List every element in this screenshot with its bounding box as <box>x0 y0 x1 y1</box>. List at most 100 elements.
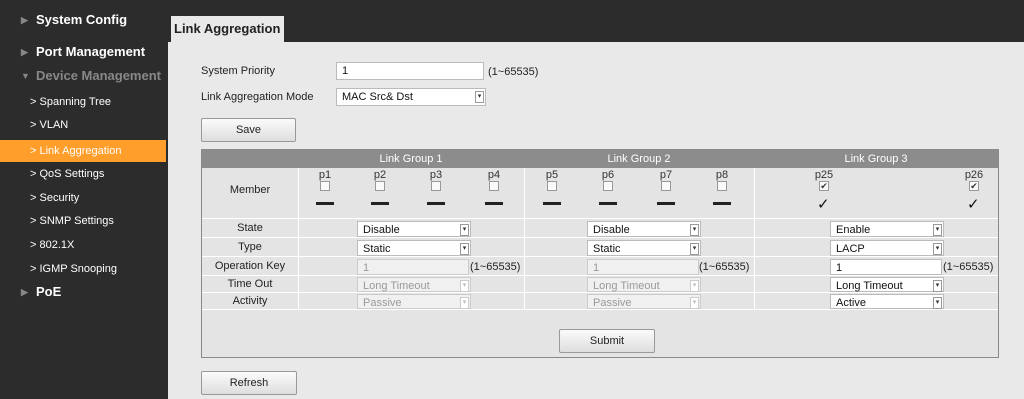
select-arrow-icon: ▾ <box>933 297 942 309</box>
sidebar-item-label: System Config <box>36 12 128 27</box>
port-checkbox-p1[interactable] <box>320 181 330 191</box>
chevron-right-icon: > <box>30 239 37 251</box>
sidebar-item-link-aggregation[interactable]: > Link Aggregation <box>0 140 166 162</box>
port-checkbox-p5[interactable] <box>547 181 557 191</box>
save-button[interactable]: Save <box>201 118 296 142</box>
system-priority-label: System Priority <box>201 65 275 77</box>
triangle-right-icon: ▶ <box>21 15 28 25</box>
port-checkbox-p2[interactable] <box>375 181 385 191</box>
group-2-activity-select[interactable]: Passive ▾ <box>587 294 701 309</box>
row-label-member: Member <box>229 184 271 196</box>
port-status-dash <box>713 202 731 205</box>
port-checkbox-p8[interactable] <box>717 181 727 191</box>
mode-select-value: MAC Src& Dst <box>342 91 413 103</box>
sidebar-item-label: VLAN <box>39 119 69 131</box>
port-label-p25: p25 <box>814 169 834 181</box>
group-3-state-select[interactable]: Enable ▾ <box>830 221 944 237</box>
port-checkbox-p6[interactable] <box>603 181 613 191</box>
group-2-operation-key-input[interactable]: 1 <box>587 259 699 275</box>
select-value: Disable <box>363 224 400 236</box>
port-label-p4: p4 <box>487 169 501 181</box>
select-arrow-icon: ▾ <box>460 297 469 309</box>
group-3-timeout-select[interactable]: Long Timeout ▾ <box>830 277 944 292</box>
group-3-type-select[interactable]: LACP ▾ <box>830 240 944 256</box>
select-arrow-icon: ▾ <box>690 280 699 292</box>
triangle-right-icon: ▶ <box>21 287 28 297</box>
sidebar-item-802-1x[interactable]: > 802.1X <box>0 234 168 256</box>
group-3-header: Link Group 3 <box>844 153 908 165</box>
select-value: Enable <box>836 224 871 236</box>
system-priority-range: (1~65535) <box>488 66 539 78</box>
port-status-dash <box>657 202 675 205</box>
port-label-p5: p5 <box>545 169 559 181</box>
port-label-p1: p1 <box>318 169 332 181</box>
group-1-state-select[interactable]: Disable ▾ <box>357 221 471 237</box>
sidebar-item-label: Link Aggregation <box>39 145 122 157</box>
select-value: Disable <box>593 224 630 236</box>
group-3-operation-key-range: (1~65535) <box>943 261 994 273</box>
sidebar-item-label: Device Management <box>36 68 161 83</box>
sidebar-item-label: IGMP Snooping <box>39 263 117 275</box>
select-arrow-icon: ▾ <box>475 91 484 103</box>
sidebar-item-label: QoS Settings <box>39 168 105 180</box>
grid-line <box>524 168 525 309</box>
group-3-activity-select[interactable]: Active ▾ <box>830 294 944 309</box>
system-priority-input[interactable]: 1 <box>336 62 484 80</box>
group-2-operation-key-range: (1~65535) <box>699 261 750 273</box>
submit-button[interactable]: Submit <box>559 329 655 353</box>
row-label-activity: Activity <box>232 295 268 307</box>
group-3-operation-key-input[interactable]: 1 <box>830 259 942 275</box>
group-2-state-select[interactable]: Disable ▾ <box>587 221 701 237</box>
main-panel: Link Aggregation System Priority 1 (1~65… <box>168 0 1024 399</box>
port-checkbox-p4[interactable] <box>489 181 499 191</box>
port-checkbox-p3[interactable] <box>431 181 441 191</box>
select-arrow-icon: ▾ <box>933 243 942 255</box>
group-1-type-select[interactable]: Static ▾ <box>357 240 471 256</box>
group-1-activity-select[interactable]: Passive ▾ <box>357 294 471 309</box>
select-arrow-icon: ▾ <box>690 297 699 309</box>
group-2-type-select[interactable]: Static ▾ <box>587 240 701 256</box>
port-label-p6: p6 <box>601 169 615 181</box>
check-icon: ✓ <box>967 196 980 213</box>
sidebar-item-label: Security <box>39 192 80 204</box>
sidebar-item-igmp-snooping[interactable]: > IGMP Snooping <box>0 258 168 280</box>
select-arrow-icon: ▾ <box>690 224 699 236</box>
select-arrow-icon: ▾ <box>460 280 469 292</box>
sidebar-item-vlan[interactable]: > VLAN <box>0 114 168 136</box>
group-2-timeout-select[interactable]: Long Timeout ▾ <box>587 277 701 292</box>
group-1-operation-key-range: (1~65535) <box>470 261 521 273</box>
grid-line <box>754 168 755 309</box>
chevron-right-icon: > <box>30 96 37 108</box>
select-arrow-icon: ▾ <box>460 243 469 255</box>
port-checkbox-p25[interactable]: ✔ <box>819 181 829 191</box>
group-1-header: Link Group 1 <box>379 153 443 165</box>
port-label-p8: p8 <box>715 169 729 181</box>
group-1-operation-key-input[interactable]: 1 <box>357 259 469 275</box>
chevron-right-icon: > <box>30 119 37 131</box>
sidebar-item-snmp-settings[interactable]: > SNMP Settings <box>0 210 168 232</box>
refresh-button[interactable]: Refresh <box>201 371 297 395</box>
port-status-dash <box>427 202 445 205</box>
mode-select[interactable]: MAC Src& Dst ▾ <box>336 88 486 106</box>
select-value: Passive <box>593 297 632 309</box>
top-bar <box>168 0 1024 42</box>
sidebar-item-label: 802.1X <box>39 239 75 251</box>
port-label-p7: p7 <box>659 169 673 181</box>
port-checkbox-p7[interactable] <box>661 181 671 191</box>
sidebar-item-spanning-tree[interactable]: > Spanning Tree <box>0 91 168 113</box>
sidebar-item-label: PoE <box>36 284 62 299</box>
select-value: Static <box>363 243 391 255</box>
sidebar-item-qos-settings[interactable]: > QoS Settings <box>0 163 168 185</box>
grid-line <box>202 218 998 219</box>
tab-link-aggregation[interactable]: Link Aggregation <box>171 16 284 42</box>
group-2-header: Link Group 2 <box>607 153 671 165</box>
port-label-p2: p2 <box>373 169 387 181</box>
chevron-right-icon: > <box>30 168 37 180</box>
port-label-p26: p26 <box>964 169 984 181</box>
sidebar-item-label: Port Management <box>36 44 146 59</box>
sidebar-item-security[interactable]: > Security <box>0 187 168 209</box>
port-checkbox-p26[interactable]: ✔ <box>969 181 979 191</box>
select-value: Long Timeout <box>363 280 430 292</box>
port-status-dash <box>599 202 617 205</box>
group-1-timeout-select[interactable]: Long Timeout ▾ <box>357 277 471 292</box>
